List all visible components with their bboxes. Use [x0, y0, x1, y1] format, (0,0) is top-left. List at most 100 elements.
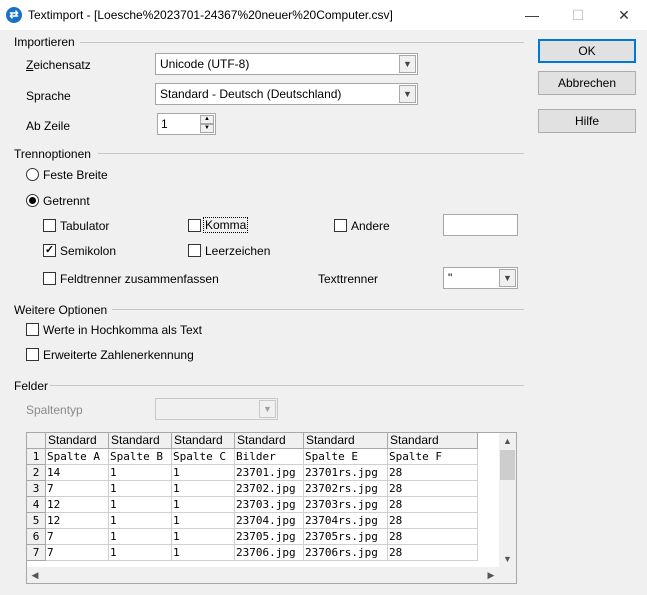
column-header[interactable]: Standard: [388, 433, 478, 449]
charset-label: Zeichensatz: [26, 58, 91, 72]
comma-label[interactable]: Komma: [203, 217, 249, 233]
chevron-down-icon[interactable]: ▼: [499, 269, 516, 287]
table-cell: 23702.jpg: [235, 481, 304, 497]
column-header[interactable]: Standard: [304, 433, 388, 449]
table-cell: 28: [388, 513, 478, 529]
row-number: 1: [27, 449, 46, 465]
table-cell: Spalte A: [46, 449, 109, 465]
preview-grid[interactable]: ▲ ▼ ◀ ▶ Standard Standard Standard Standard…: [26, 432, 517, 584]
table-cell: 12: [46, 513, 109, 529]
table-cell: Spalte B: [109, 449, 172, 465]
column-type-label: Spaltentyp: [26, 403, 83, 417]
from-row-stepper[interactable]: 1 ▲ ▼: [157, 113, 216, 135]
cancel-button[interactable]: Abbrechen: [538, 71, 636, 95]
other-input[interactable]: [443, 214, 518, 236]
window-title: Textimport - [Loesche%2023701-24367%20ne…: [28, 8, 393, 22]
comma-checkbox[interactable]: [188, 219, 201, 232]
from-row-value: 1: [161, 117, 168, 131]
ok-button[interactable]: OK: [538, 39, 636, 63]
comma-label-wrap[interactable]: Komma: [203, 217, 249, 233]
from-row-label: Ab Zeile: [26, 119, 71, 133]
column-header[interactable]: Standard: [235, 433, 304, 449]
chevron-down-icon[interactable]: ▼: [399, 55, 416, 73]
table-cell: 28: [388, 529, 478, 545]
scroll-up-icon[interactable]: ▲: [499, 433, 516, 449]
minimize-button[interactable]: —: [509, 0, 555, 30]
semicolon-checkbox[interactable]: ✓: [43, 244, 56, 257]
table-cell: 1: [172, 513, 235, 529]
language-select[interactable]: Standard - Deutsch (Deutschland) ▼: [155, 83, 418, 105]
table-cell: 23704rs.jpg: [304, 513, 388, 529]
radio-selected-dot: [29, 197, 36, 204]
other-label[interactable]: Andere: [351, 219, 390, 233]
fixed-width-label[interactable]: Feste Breite: [43, 168, 108, 182]
detect-numbers-checkbox[interactable]: [26, 348, 39, 361]
semicolon-label[interactable]: Semikolon: [60, 244, 116, 258]
table-cell: 1: [109, 465, 172, 481]
detect-numbers-label[interactable]: Erweiterte Zahlenerkennung: [43, 348, 194, 362]
table-cell: 1: [109, 513, 172, 529]
table-cell: 23706rs.jpg: [304, 545, 388, 561]
tab-label[interactable]: Tabulator: [60, 219, 109, 233]
divider: [112, 309, 524, 310]
row-number: 6: [27, 529, 46, 545]
title-bar: ⇄ Textimport - [Loesche%2023701-24367%20…: [0, 0, 647, 30]
table-cell: Spalte E: [304, 449, 388, 465]
table-cell: 23703.jpg: [235, 497, 304, 513]
maximize-button[interactable]: ☐: [555, 0, 601, 30]
spin-up-icon[interactable]: ▲: [200, 115, 214, 124]
chevron-down-icon[interactable]: ▼: [399, 85, 416, 103]
table-cell: 23705.jpg: [235, 529, 304, 545]
table-cell: 1: [172, 465, 235, 481]
fixed-width-radio[interactable]: [26, 168, 39, 181]
quoted-as-text-checkbox[interactable]: [26, 323, 39, 336]
table-cell: 23705rs.jpg: [304, 529, 388, 545]
divider: [80, 42, 524, 43]
vertical-scrollbar[interactable]: ▲ ▼: [499, 433, 516, 567]
section-separator-label: Trennoptionen: [14, 147, 91, 161]
charset-select[interactable]: Unicode (UTF-8) ▼: [155, 53, 418, 75]
scroll-right-icon[interactable]: ▶: [483, 567, 499, 583]
table-cell: 28: [388, 481, 478, 497]
scroll-left-icon[interactable]: ◀: [27, 567, 43, 583]
language-label: Sprache: [26, 89, 71, 103]
merge-delimiters-checkbox[interactable]: [43, 272, 56, 285]
space-checkbox[interactable]: [188, 244, 201, 257]
quoted-as-text-label[interactable]: Werte in Hochkomma als Text: [43, 323, 202, 337]
column-header[interactable]: Standard: [172, 433, 235, 449]
scroll-down-icon[interactable]: ▼: [499, 551, 516, 567]
merge-delimiters-label[interactable]: Feldtrenner zusammenfassen: [60, 272, 219, 286]
column-header[interactable]: Standard: [109, 433, 172, 449]
table-cell: Spalte F: [388, 449, 478, 465]
table-cell: 23706.jpg: [235, 545, 304, 561]
table-cell: 7: [46, 529, 109, 545]
app-icon: ⇄: [6, 7, 22, 23]
row-number: 3: [27, 481, 46, 497]
column-header[interactable]: Standard: [46, 433, 109, 449]
horizontal-scrollbar[interactable]: ◀ ▶: [27, 567, 499, 583]
table-cell: 1: [109, 545, 172, 561]
table-cell: 7: [46, 545, 109, 561]
table-cell: 28: [388, 497, 478, 513]
text-delimiter-label: Texttrenner: [318, 272, 379, 286]
table-cell: Spalte C: [172, 449, 235, 465]
separated-radio[interactable]: [26, 194, 39, 207]
chevron-down-icon[interactable]: ▼: [259, 400, 276, 418]
close-button[interactable]: ✕: [601, 0, 647, 30]
table-cell: 23702rs.jpg: [304, 481, 388, 497]
tab-checkbox[interactable]: [43, 219, 56, 232]
table-cell: 12: [46, 497, 109, 513]
row-number: 5: [27, 513, 46, 529]
spin-down-icon[interactable]: ▼: [200, 124, 214, 133]
space-label[interactable]: Leerzeichen: [205, 244, 270, 258]
table-cell: 23703rs.jpg: [304, 497, 388, 513]
row-number: 4: [27, 497, 46, 513]
scroll-thumb[interactable]: [500, 450, 515, 480]
text-delimiter-select[interactable]: " ▼: [443, 267, 518, 289]
help-button[interactable]: Hilfe: [538, 109, 636, 133]
table-cell: 1: [109, 529, 172, 545]
section-fields-label: Felder: [14, 379, 49, 393]
other-checkbox[interactable]: [334, 219, 347, 232]
column-type-select[interactable]: ▼: [155, 398, 278, 420]
separated-label[interactable]: Getrennt: [43, 194, 90, 208]
